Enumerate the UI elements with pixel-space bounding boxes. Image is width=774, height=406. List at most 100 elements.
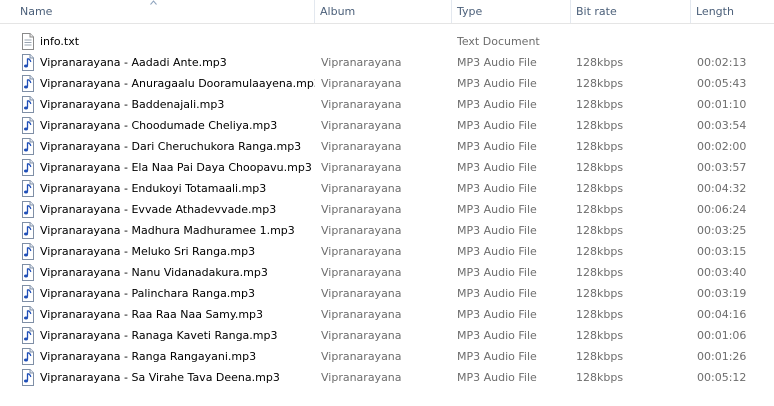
column-header-album[interactable]: Album [316,0,450,23]
file-name: Vipranarayana - Ranga Rangayani.mp3 [40,350,257,363]
column-resize-handle[interactable] [451,0,452,23]
file-row[interactable]: Vipranarayana - Aadadi Ante.mp3 Vipranara… [0,52,774,73]
file-bitrate: 128kbps [576,245,624,258]
file-album: Vipranarayana [321,161,402,174]
file-length: 00:03:15 [697,245,747,258]
file-bitrate: 128kbps [576,329,624,342]
audio-file-icon [21,117,35,134]
file-row[interactable]: Vipranarayana - Choodumade Cheliya.mp3 Vi… [0,115,774,136]
file-type: MP3 Audio File [457,287,537,300]
file-type: MP3 Audio File [457,98,537,111]
file-name: Vipranarayana - Nanu Vidanadakura.mp3 [40,266,268,279]
file-album: Vipranarayana [321,77,402,90]
file-name: Vipranarayana - Madhura Madhuramee 1.mp3 [40,224,295,237]
file-album: Vipranarayana [321,98,402,111]
file-length: 00:01:10 [697,98,747,111]
file-bitrate: 128kbps [576,350,624,363]
file-row[interactable]: Vipranarayana - Endukoyi Totamaali.mp3 Vi… [0,178,774,199]
file-length: 00:05:43 [697,77,747,90]
file-name: Vipranarayana - Ela Naa Pai Daya Choopav… [40,161,312,174]
file-name: Vipranarayana - Dari Cheruchukora Ranga.… [40,140,302,153]
file-bitrate: 128kbps [576,371,624,384]
file-bitrate: 128kbps [576,140,624,153]
audio-file-icon [21,243,35,260]
file-bitrate: 128kbps [576,119,624,132]
file-type: Text Document [457,35,540,48]
file-row[interactable]: Vipranarayana - Meluko Sri Ranga.mp3 Vipr… [0,241,774,262]
file-album: Vipranarayana [321,224,402,237]
file-bitrate: 128kbps [576,203,624,216]
file-bitrate [576,31,686,52]
file-row[interactable]: Vipranarayana - Madhura Madhuramee 1.mp3… [0,220,774,241]
file-bitrate: 128kbps [576,266,624,279]
file-name: Vipranarayana - Ranaga Kaveti Ranga.mp3 [40,329,278,342]
file-album: Vipranarayana [321,140,402,153]
file-row[interactable]: Vipranarayana - Nanu Vidanadakura.mp3 Vip… [0,262,774,283]
file-bitrate: 128kbps [576,56,624,69]
file-album: Vipranarayana [321,56,402,69]
file-bitrate: 128kbps [576,224,624,237]
file-type: MP3 Audio File [457,140,537,153]
file-row[interactable]: Vipranarayana - Ranaga Kaveti Ranga.mp3 V… [0,325,774,346]
file-name: Vipranarayana - Anuragaalu Dooramulaayen… [40,77,315,90]
file-bitrate: 128kbps [576,308,624,321]
file-album: Vipranarayana [321,287,402,300]
file-bitrate: 128kbps [576,98,624,111]
column-header-type[interactable]: Type [453,0,569,23]
text-file-icon [21,33,35,50]
file-album: Vipranarayana [321,245,402,258]
column-resize-handle[interactable] [690,0,691,23]
audio-file-icon [21,180,35,197]
column-resize-handle[interactable] [314,0,315,23]
file-type: MP3 Audio File [457,266,537,279]
column-header-length[interactable]: Length [692,0,774,23]
audio-file-icon [21,201,35,218]
file-row[interactable]: Vipranarayana - Ela Naa Pai Daya Choopav… [0,157,774,178]
file-type: MP3 Audio File [457,77,537,90]
file-row[interactable]: Vipranarayana - Evvade Athadevvade.mp3 Vi… [0,199,774,220]
file-type: MP3 Audio File [457,350,537,363]
audio-file-icon [21,75,35,92]
file-album: Vipranarayana [321,308,402,321]
file-type: MP3 Audio File [457,203,537,216]
file-album [321,31,451,52]
file-length: 00:04:32 [697,182,747,195]
file-length: 00:03:54 [697,119,747,132]
file-album: Vipranarayana [321,329,402,342]
audio-file-icon [21,306,35,323]
file-type: MP3 Audio File [457,245,537,258]
file-length: 00:03:19 [697,287,747,300]
file-row[interactable]: Vipranarayana - Ranga Rangayani.mp3 Vipra… [0,346,774,367]
column-header-bitrate[interactable]: Bit rate [572,0,686,23]
file-type: MP3 Audio File [457,371,537,384]
file-row[interactable]: Vipranarayana - Dari Cheruchukora Ranga.… [0,136,774,157]
file-name: Vipranarayana - Aadadi Ante.mp3 [40,56,227,69]
file-type: MP3 Audio File [457,56,537,69]
file-album: Vipranarayana [321,119,402,132]
file-row[interactable]: Vipranarayana - Palinchara Ranga.mp3 Vipr… [0,283,774,304]
column-resize-handle[interactable] [570,0,571,23]
audio-file-icon [21,348,35,365]
audio-file-icon [21,264,35,281]
file-length: 00:02:13 [697,56,747,69]
file-album: Vipranarayana [321,203,402,216]
file-album: Vipranarayana [321,182,402,195]
file-length: 00:05:12 [697,371,747,384]
file-name: Vipranarayana - Palinchara Ranga.mp3 [40,287,255,300]
file-type: MP3 Audio File [457,161,537,174]
file-row[interactable]: Vipranarayana - Raa Raa Naa Samy.mp3 Vipr… [0,304,774,325]
file-row[interactable]: Vipranarayana - Sa Virahe Tava Deena.mp3… [0,367,774,388]
file-length: 00:06:24 [697,203,747,216]
file-type: MP3 Audio File [457,308,537,321]
column-header-name[interactable]: Name [16,0,314,23]
file-length: 00:04:16 [697,308,747,321]
file-album: Vipranarayana [321,266,402,279]
file-name: Vipranarayana - Sa Virahe Tava Deena.mp3 [40,371,280,384]
file-row[interactable]: info.txt Text Document [0,31,774,52]
file-row[interactable]: Vipranarayana - Baddenajali.mp3 Vipranara… [0,94,774,115]
file-row[interactable]: Vipranarayana - Anuragaalu Dooramulaayen… [0,73,774,94]
file-type: MP3 Audio File [457,329,537,342]
audio-file-icon [21,159,35,176]
audio-file-icon [21,96,35,113]
file-length: 00:03:25 [697,224,747,237]
